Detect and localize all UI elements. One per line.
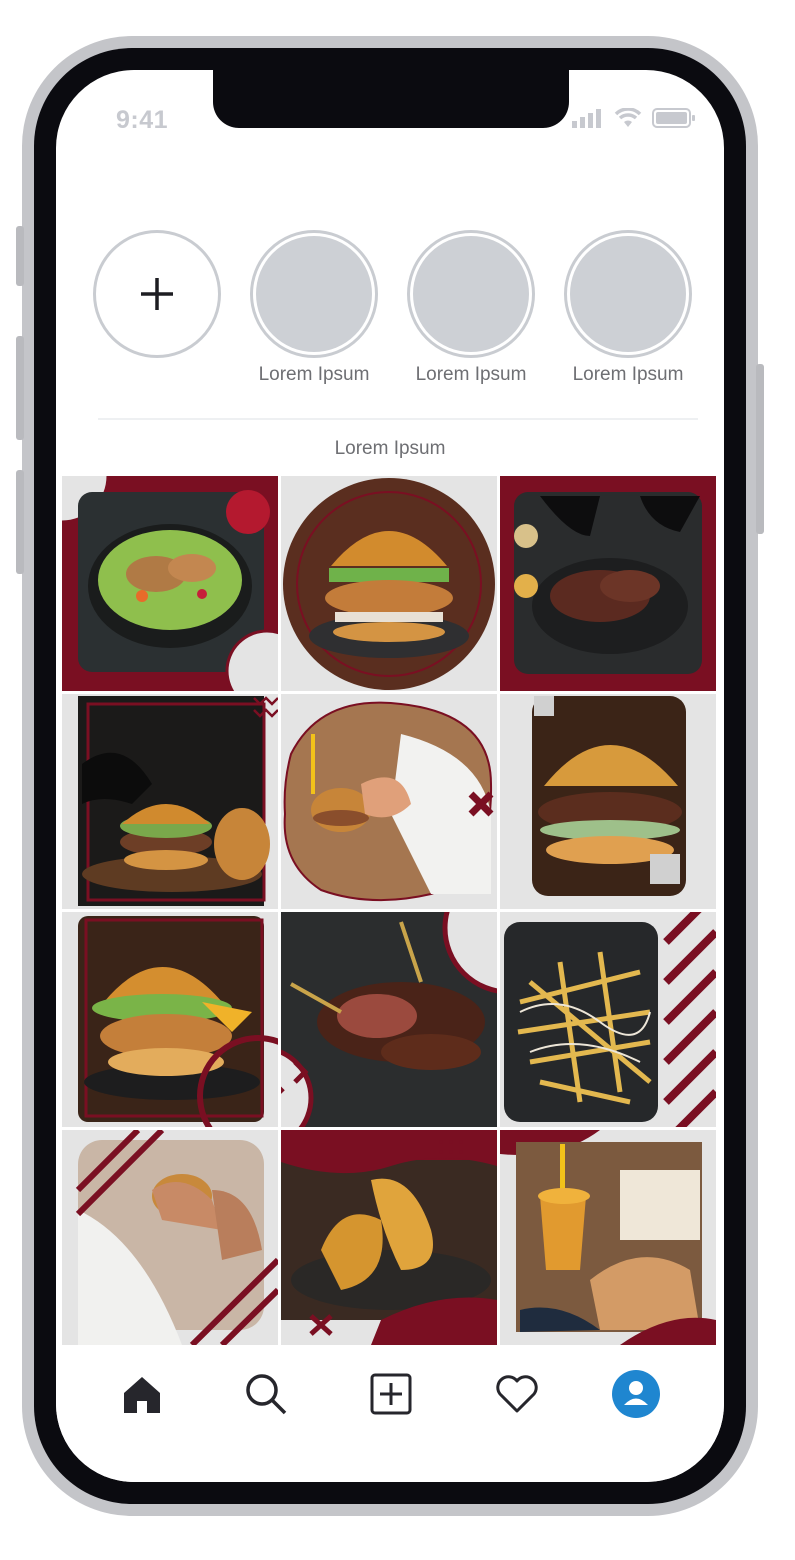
nav-activity[interactable]: [493, 1370, 541, 1418]
add-post-icon: [370, 1373, 412, 1415]
post-tile-fried-chicken-burger[interactable]: [62, 912, 278, 1127]
story-item[interactable]: Lorem Ipsum: [561, 230, 695, 386]
story-avatar: [250, 230, 378, 358]
post-tile-salad[interactable]: [62, 476, 278, 691]
post-tile-steak[interactable]: [281, 912, 497, 1127]
add-story-ring: [93, 230, 221, 358]
post-tile-pulled-pork-burger[interactable]: [500, 694, 716, 909]
stories-divider: [98, 418, 698, 420]
phone-volume-down: [16, 470, 24, 574]
section-title: Lorem Ipsum: [334, 438, 446, 459]
phone-volume-up: [16, 336, 24, 440]
heart-icon: [496, 1375, 538, 1413]
nav-profile[interactable]: [612, 1370, 660, 1418]
stories-row: Lorem Ipsum Lorem Ipsum Lorem Ipsum: [90, 230, 700, 410]
story-avatar: [564, 230, 692, 358]
post-grid: [62, 476, 716, 1346]
post-tile-gloved-burger[interactable]: [62, 694, 278, 909]
post-tile-drink-fries[interactable]: [500, 1130, 716, 1345]
status-time: 9:41: [116, 106, 169, 134]
profile-icon: [612, 1370, 660, 1418]
post-tile-person-eating[interactable]: [62, 1130, 278, 1345]
notch: [213, 70, 569, 128]
add-story-button[interactable]: [90, 230, 224, 358]
search-icon: [246, 1374, 287, 1415]
post-tile-loaded-fries[interactable]: [500, 912, 716, 1127]
story-avatar: [407, 230, 535, 358]
story-label: Lorem Ipsum: [572, 364, 684, 385]
signal-icon: [572, 109, 601, 128]
nav-home[interactable]: [118, 1370, 166, 1418]
home-icon: [124, 1377, 160, 1413]
post-tile-chicken-burger[interactable]: [281, 476, 497, 691]
post-tile-chicken-strips[interactable]: [281, 1130, 497, 1345]
post-tile-hands-burger[interactable]: [281, 694, 497, 909]
story-item[interactable]: Lorem Ipsum: [404, 230, 538, 386]
story-item[interactable]: Lorem Ipsum: [247, 230, 381, 386]
post-tile-gloved-meat[interactable]: [500, 476, 716, 691]
battery-icon: [652, 108, 695, 128]
nav-add-post[interactable]: [367, 1370, 415, 1418]
phone-power-button: [756, 364, 764, 534]
status-icons: [572, 108, 696, 128]
phone-screen: 9:41 Lorem Ipsum Lorem Ipsum Lorem Ipsum…: [56, 70, 724, 1482]
bottom-nav: [56, 1346, 724, 1482]
story-label: Lorem Ipsum: [258, 364, 370, 385]
wifi-icon: [614, 108, 642, 127]
story-label: Lorem Ipsum: [415, 364, 527, 385]
nav-search[interactable]: [242, 1370, 290, 1418]
phone-side-button: [16, 226, 24, 286]
plus-icon: [141, 278, 173, 310]
